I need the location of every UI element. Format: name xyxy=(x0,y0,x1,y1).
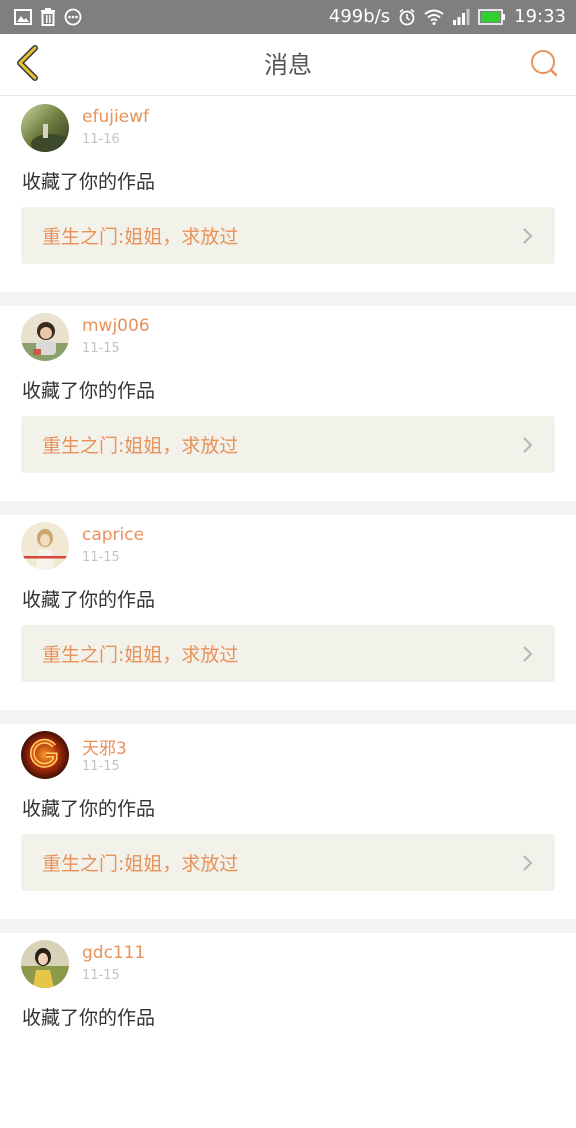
app-header: 消息 xyxy=(0,34,576,96)
message-date: 11-16 xyxy=(82,132,120,147)
message-item: efujiewf 11-16 收藏了你的作品 重生之门:姐姐，求放过 xyxy=(0,97,576,306)
avatar[interactable] xyxy=(21,940,69,988)
username[interactable]: 天邪3 xyxy=(82,734,127,759)
message-text: 收藏了你的作品 xyxy=(22,380,156,402)
work-title: 重生之门:姐姐，求放过 xyxy=(42,226,239,248)
image-icon xyxy=(14,9,32,25)
chevron-right-icon xyxy=(521,853,535,873)
message-list: efujiewf 11-16 收藏了你的作品 重生之门:姐姐，求放过 mwj00… xyxy=(0,97,576,1128)
avatar[interactable] xyxy=(21,313,69,361)
work-link[interactable]: 重生之门:姐姐，求放过 xyxy=(21,625,555,682)
message-text: 收藏了你的作品 xyxy=(22,171,156,193)
status-system: 499b/s 19:33 xyxy=(329,0,566,34)
signal-icon xyxy=(452,9,470,25)
message-item: mwj006 11-15 收藏了你的作品 重生之门:姐姐，求放过 xyxy=(0,306,576,515)
trash-icon xyxy=(40,8,56,26)
page-title: 消息 xyxy=(264,51,312,79)
message-item: gdc111 11-15 收藏了你的作品 xyxy=(0,933,576,1128)
message-text: 收藏了你的作品 xyxy=(22,589,156,611)
message-date: 11-15 xyxy=(82,759,120,774)
message-text: 收藏了你的作品 xyxy=(22,1007,156,1029)
avatar[interactable] xyxy=(21,522,69,570)
search-icon xyxy=(530,49,558,81)
search-button[interactable] xyxy=(528,49,560,81)
work-link[interactable]: 重生之门:姐姐，求放过 xyxy=(21,207,555,264)
avatar[interactable] xyxy=(21,104,69,152)
message-item: 天邪3 11-15 收藏了你的作品 重生之门:姐姐，求放过 xyxy=(0,724,576,933)
dots-icon xyxy=(64,8,82,26)
chevron-right-icon xyxy=(521,644,535,664)
username[interactable]: mwj006 xyxy=(82,316,150,336)
username[interactable]: efujiewf xyxy=(82,107,149,127)
message-date: 11-15 xyxy=(82,968,120,983)
battery-icon xyxy=(478,9,506,25)
network-speed: 499b/s xyxy=(328,6,391,27)
work-title: 重生之门:姐姐，求放过 xyxy=(42,644,239,666)
message-item: caprice 11-15 收藏了你的作品 重生之门:姐姐，求放过 xyxy=(0,515,576,724)
work-title: 重生之门:姐姐，求放过 xyxy=(42,435,239,457)
avatar[interactable] xyxy=(21,731,69,779)
message-date: 11-15 xyxy=(82,550,120,565)
username[interactable]: caprice xyxy=(82,525,144,545)
message-text: 收藏了你的作品 xyxy=(22,798,156,820)
work-title: 重生之门:姐姐，求放过 xyxy=(42,853,239,875)
chevron-right-icon xyxy=(521,435,535,455)
status-notifications xyxy=(14,8,82,26)
username[interactable]: gdc111 xyxy=(82,943,145,963)
work-link[interactable]: 重生之门:姐姐，求放过 xyxy=(21,834,555,891)
clock: 19:33 xyxy=(514,6,566,27)
message-date: 11-15 xyxy=(82,341,120,356)
wifi-icon xyxy=(424,9,444,25)
alarm-icon xyxy=(398,8,416,26)
work-link[interactable]: 重生之门:姐姐，求放过 xyxy=(21,416,555,473)
status-bar: 499b/s 19:33 xyxy=(0,0,576,34)
chevron-right-icon xyxy=(521,226,535,246)
